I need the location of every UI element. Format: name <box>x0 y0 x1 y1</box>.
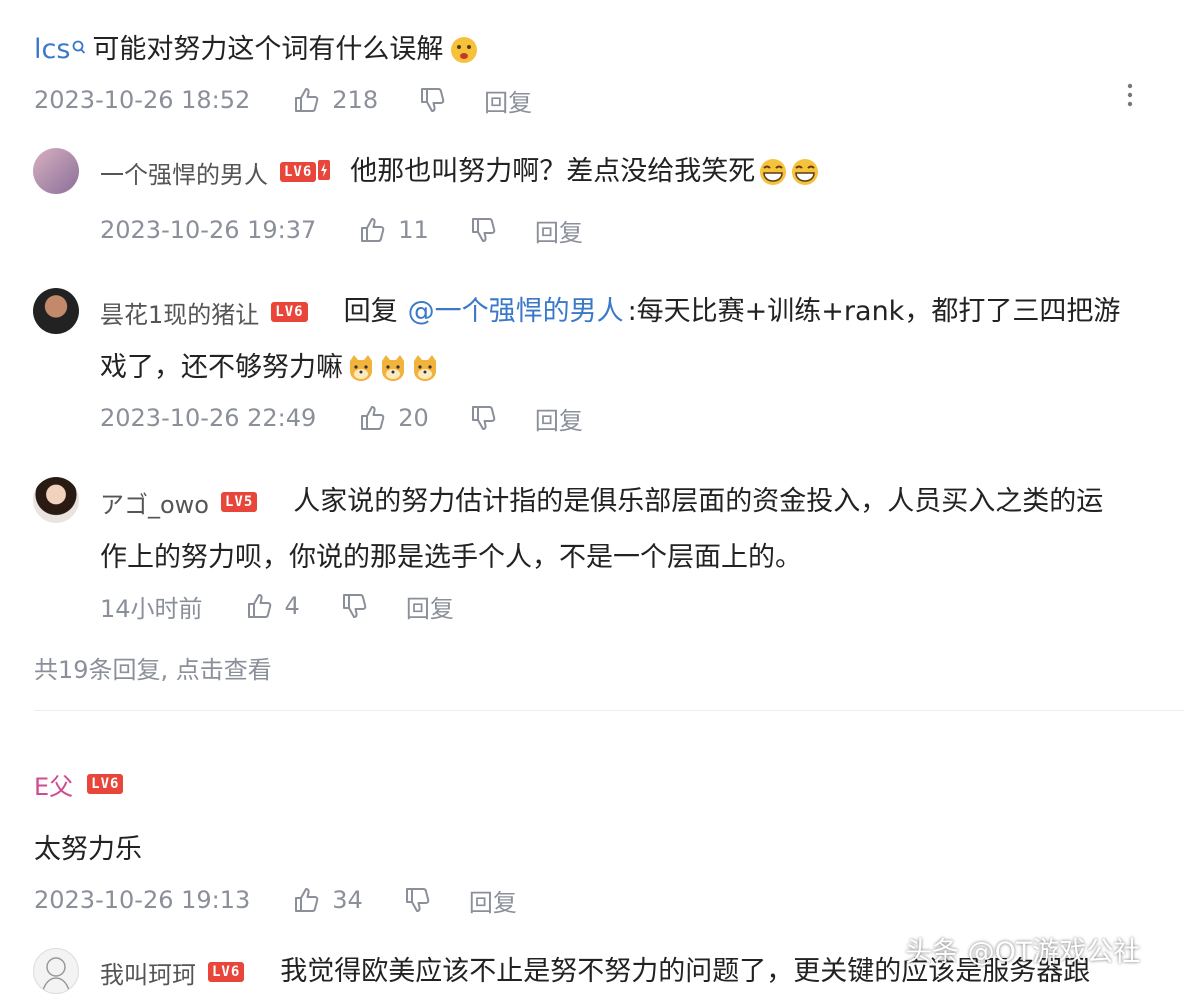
thumbs-up-icon[interactable] <box>292 86 320 114</box>
third-username[interactable]: 我叫珂珂 <box>100 955 196 990</box>
avatar[interactable] <box>33 477 79 523</box>
level-badge: LV6 <box>271 302 308 322</box>
reply-2-meta: 2023-10-26 22:49 20 回复 <box>100 401 583 436</box>
doge-emoji-icon <box>345 353 375 383</box>
level-badge: LV5 <box>221 492 258 512</box>
second-comment-header: E父 LV6 <box>34 766 124 802</box>
thumbs-down-icon[interactable] <box>340 592 368 620</box>
reply-2-time: 2023-10-26 22:49 <box>100 404 317 432</box>
lightning-icon <box>318 160 331 184</box>
reply-3-text-line-2: 作上的努力呗，你说的那是选手个人，不是一个层面上的。 <box>100 542 802 573</box>
reply-prefix: 回复 <box>343 296 398 327</box>
avatar[interactable] <box>33 288 79 334</box>
reply-3-reply-button[interactable]: 回复 <box>406 589 454 624</box>
root-comment-meta: 2023-10-26 18:52 218 回复 <box>34 83 532 118</box>
reply-2-reply-button[interactable]: 回复 <box>535 401 583 436</box>
thumbs-down-icon[interactable] <box>469 404 497 432</box>
verified-icon <box>72 39 86 61</box>
root-username[interactable]: lcs <box>34 28 70 72</box>
root-comment-header: lcs 可能对努力这个词有什么误解 <box>34 28 479 72</box>
second-time: 2023-10-26 19:13 <box>34 886 251 914</box>
reply-1-text: 他那也叫努力啊？差点没给我笑死 <box>350 156 756 187</box>
second-like-count: 34 <box>332 886 363 914</box>
second-reply-button[interactable]: 回复 <box>469 883 517 918</box>
thumbs-up-icon[interactable] <box>358 404 386 432</box>
thumbs-down-icon[interactable] <box>403 886 431 914</box>
level-badge: LV6 <box>280 162 317 182</box>
doge-emoji-icon <box>409 353 439 383</box>
more-options-icon[interactable] <box>1118 82 1142 112</box>
thumbs-down-icon[interactable] <box>418 86 446 114</box>
reply-1-username[interactable]: 一个强悍的男人 <box>100 155 268 190</box>
reply-1-time: 2023-10-26 19:37 <box>100 216 317 244</box>
reply-1-line: 一个强悍的男人 LV6 他那也叫努力啊？差点没给我笑死 <box>100 150 819 194</box>
second-username[interactable]: E父 <box>34 767 73 802</box>
reply-3-line-1: アゴ_owo LV5 人家说的努力估计指的是俱乐部层面的资金投入，人员买入之类的… <box>100 480 1103 524</box>
reply-3-text-line-1: 人家说的努力估计指的是俱乐部层面的资金投入，人员买入之类的运 <box>293 486 1104 517</box>
root-comment-text: 可能对努力这个词有什么误解 <box>92 34 444 65</box>
reply-2-username[interactable]: 昙花1现的猪让 <box>100 295 259 330</box>
reply-3-time: 14小时前 <box>100 594 203 623</box>
reply-2-line-2: 戏了，还不够努力嘛 <box>100 346 439 390</box>
root-reply-button[interactable]: 回复 <box>484 83 532 118</box>
thumbs-down-icon[interactable] <box>469 216 497 244</box>
thumbs-up-icon[interactable] <box>358 216 386 244</box>
reply-2-line-1: 昙花1现的猪让 LV6 回复 @一个强悍的男人 :每天比赛+训练+rank，都打… <box>100 290 1120 334</box>
thumbs-up-icon[interactable] <box>292 886 320 914</box>
root-time: 2023-10-26 18:52 <box>34 86 251 114</box>
reply-3-meta: 14小时前 4 回复 <box>100 589 454 624</box>
reply-3-line-2: 作上的努力呗，你说的那是选手个人，不是一个层面上的。 <box>100 536 802 580</box>
thumbs-up-icon[interactable] <box>245 592 273 620</box>
view-more-replies-link[interactable]: 共19条回复, 点击查看 <box>34 650 272 685</box>
doge-emoji-icon <box>377 353 407 383</box>
reply-2-text-line-2: 戏了，还不够努力嘛 <box>100 352 343 383</box>
reply-1-reply-button[interactable]: 回复 <box>535 213 583 248</box>
grin-emoji-icon <box>789 157 819 187</box>
reply-2-text-line-1: :每天比赛+训练+rank，都打了三四把游 <box>627 296 1121 327</box>
reply-1-meta: 2023-10-26 19:37 11 回复 <box>100 213 583 248</box>
second-comment-text: 太努力乐 <box>34 834 142 865</box>
divider <box>34 710 1184 711</box>
reply-3-username[interactable]: アゴ_owo <box>100 485 209 520</box>
avatar[interactable] <box>33 148 79 194</box>
level-badge: LV6 <box>208 962 245 982</box>
second-comment-meta: 2023-10-26 19:13 34 回复 <box>34 883 517 918</box>
reply-1-like-count: 11 <box>398 216 429 244</box>
level-badge: LV6 <box>87 774 124 794</box>
reply-2-like-count: 20 <box>398 404 429 432</box>
avatar[interactable] <box>33 948 79 994</box>
thinking-emoji-icon <box>449 35 479 65</box>
mention-link[interactable]: @一个强悍的男人 <box>408 290 624 334</box>
watermark: 头条 @OT游戏公社 <box>905 937 1141 968</box>
reply-3-like-count: 4 <box>284 592 300 620</box>
grin-emoji-icon <box>757 157 787 187</box>
root-like-count: 218 <box>332 86 379 114</box>
